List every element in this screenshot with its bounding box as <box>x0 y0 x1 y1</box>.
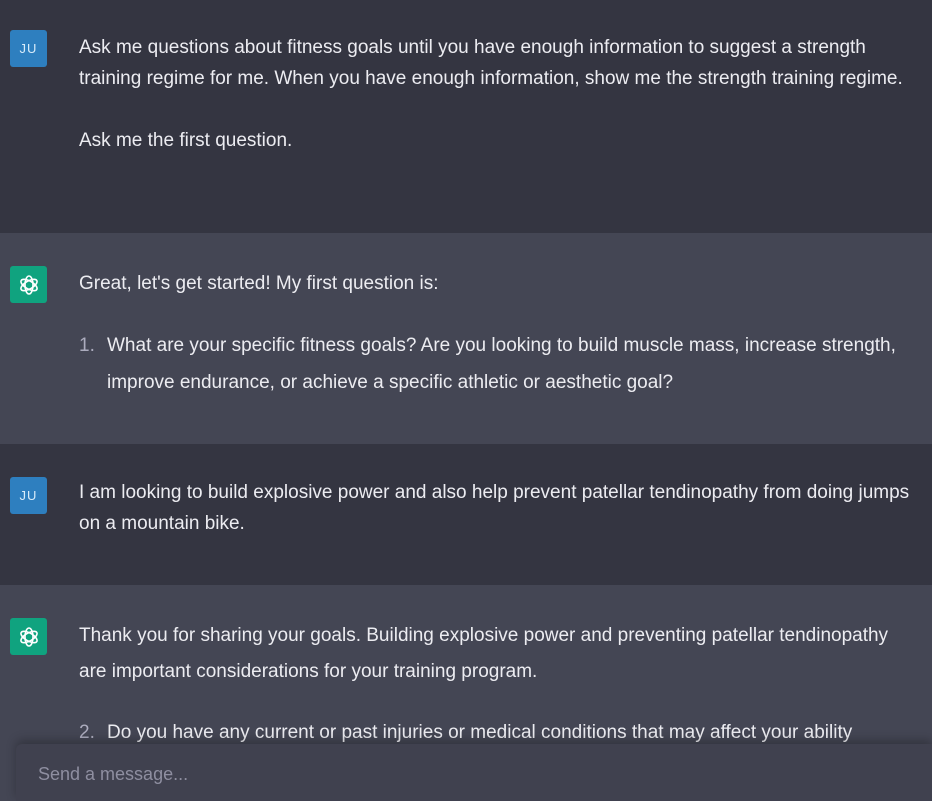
message-paragraph: Ask me questions about fitness goals unt… <box>79 37 903 89</box>
openai-logo-icon <box>10 618 47 655</box>
user-initials: JU <box>19 488 38 503</box>
message-composer <box>16 744 932 801</box>
user-message-text: Ask me questions about fitness goals unt… <box>79 32 918 156</box>
assistant-intro-text: Thank you for sharing your goals. Buildi… <box>79 625 889 682</box>
list-number: 1. <box>79 335 95 356</box>
message-paragraph: Ask me the first question. <box>79 130 293 151</box>
assistant-message-1: Great, let's get started! My first quest… <box>0 233 932 444</box>
openai-logo-icon-svg <box>19 626 38 647</box>
user-avatar: JU <box>10 30 47 67</box>
message-paragraph: I am looking to build explosive power an… <box>79 482 910 534</box>
user-avatar: JU <box>10 477 47 514</box>
user-initials: JU <box>19 41 38 56</box>
user-message-1: JU Ask me questions about fitness goals … <box>0 0 932 233</box>
user-message-2: JU I am looking to build explosive power… <box>0 444 932 585</box>
message-input[interactable] <box>36 760 900 788</box>
assistant-intro-text: Great, let's get started! My first quest… <box>79 273 439 294</box>
list-item: 1. What are your specific fitness goals?… <box>79 327 918 401</box>
user-message-text: I am looking to build explosive power an… <box>79 477 918 539</box>
list-item-text: What are your specific fitness goals? Ar… <box>107 335 896 393</box>
openai-logo-icon-svg <box>19 274 38 295</box>
openai-logo-icon <box>10 266 47 303</box>
